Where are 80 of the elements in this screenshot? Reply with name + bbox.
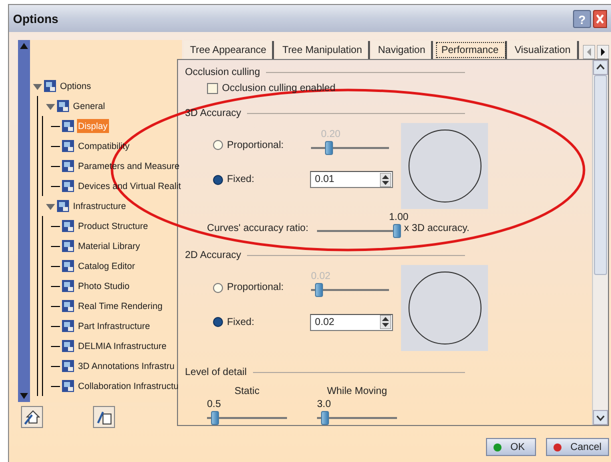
slider-value: 0.5 [207,399,221,412]
tab[interactable]: Performance [435,41,507,59]
status-dot-icon [553,442,562,452]
app-icon [61,119,75,133]
group-title: Level of detail [185,366,247,380]
close-icon [596,14,604,24]
slider-value: 1.00 [389,212,408,224]
cancel-button[interactable]: Cancel [546,438,609,456]
slider-label: Static [233,385,260,400]
radio-label: Proportional: [227,281,284,296]
slider-thumb[interactable] [320,411,329,425]
status-dot-icon [493,442,502,452]
radio-label: Proportional: [227,138,284,153]
app-icon [61,379,75,393]
app-icon [61,179,75,193]
app-icon [61,159,75,173]
app-icon [61,359,75,373]
group-title: 3D Accuracy [185,106,242,121]
slider-thumb[interactable] [393,224,401,238]
group-title: 2D Accuracy [185,249,242,264]
close-button[interactable] [593,10,607,28]
collapse-icon[interactable] [46,202,55,210]
tree-item[interactable]: Photo Studio [77,279,131,293]
scroll-up-icon[interactable] [592,60,608,75]
slider-value: 0.20 [321,128,340,141]
radio-label: Fixed: [227,173,254,188]
scroll-thumb[interactable] [594,75,607,275]
circle-icon [408,271,482,346]
app-icon [61,259,75,273]
number-field[interactable]: 0.01 [310,171,393,188]
app-icon [61,139,75,153]
app-icon [61,279,75,293]
tree-item[interactable]: Product Structure [77,219,150,233]
checkbox[interactable] [207,83,218,94]
slider-value: 0.02 [311,271,330,284]
tree-item[interactable]: Real Time Rendering [77,299,164,313]
tree-item[interactable]: 3D Annotations Infrastru [77,359,176,373]
slider-thumb[interactable] [314,283,322,298]
app-icon [61,339,75,353]
window-title: Options [13,10,58,28]
slider-thumb[interactable] [210,411,219,425]
page-scrollbar[interactable] [592,60,608,425]
app-icon [61,239,75,253]
radio-button[interactable] [213,282,223,293]
home-tool-button[interactable] [21,406,43,428]
slider-thumb[interactable] [325,140,333,155]
tree-item[interactable]: Catalog Editor [77,259,136,273]
app-icon [43,79,57,93]
field-label: Curves' accuracy ratio: [207,222,310,236]
app-icon [61,299,75,313]
app-icon [56,199,70,213]
house-icon [24,409,40,425]
ok-button[interactable]: OK [486,438,536,456]
tree-item[interactable]: Options [59,79,92,93]
tab-scroll-right-icon[interactable] [596,45,609,59]
tree-item[interactable]: Part Infrastructure [77,319,152,333]
number-field[interactable]: 0.02 [310,314,393,331]
tree-item[interactable]: Material Library [77,239,142,253]
collapse-icon[interactable] [33,82,42,90]
radio-label: Fixed: [227,316,254,330]
radio-button[interactable] [213,140,223,150]
scroll-down-icon[interactable] [592,410,608,425]
slider-value: 3.0 [317,399,331,412]
document-tool-button[interactable] [93,406,115,428]
app-icon [61,219,75,233]
circle-icon [408,128,482,203]
tree-item[interactable]: DELMIA Infrastructure [77,339,168,353]
spinner-arrows-icon[interactable] [380,315,391,330]
tree-item[interactable]: Infrastructure [72,199,128,213]
app-icon [61,319,75,333]
app-icon [56,99,70,113]
ratio-suffix: x 3D accuracy. [404,222,470,236]
radio-button[interactable] [213,174,223,185]
spinner-arrows-icon[interactable] [380,172,391,187]
tree-item[interactable]: General [72,99,106,113]
collapse-icon[interactable] [46,102,55,110]
radio-button[interactable] [213,317,223,328]
group-title: Occlusion culling [185,66,260,80]
slider-label: While Moving [326,385,388,400]
document-icon [96,409,112,425]
